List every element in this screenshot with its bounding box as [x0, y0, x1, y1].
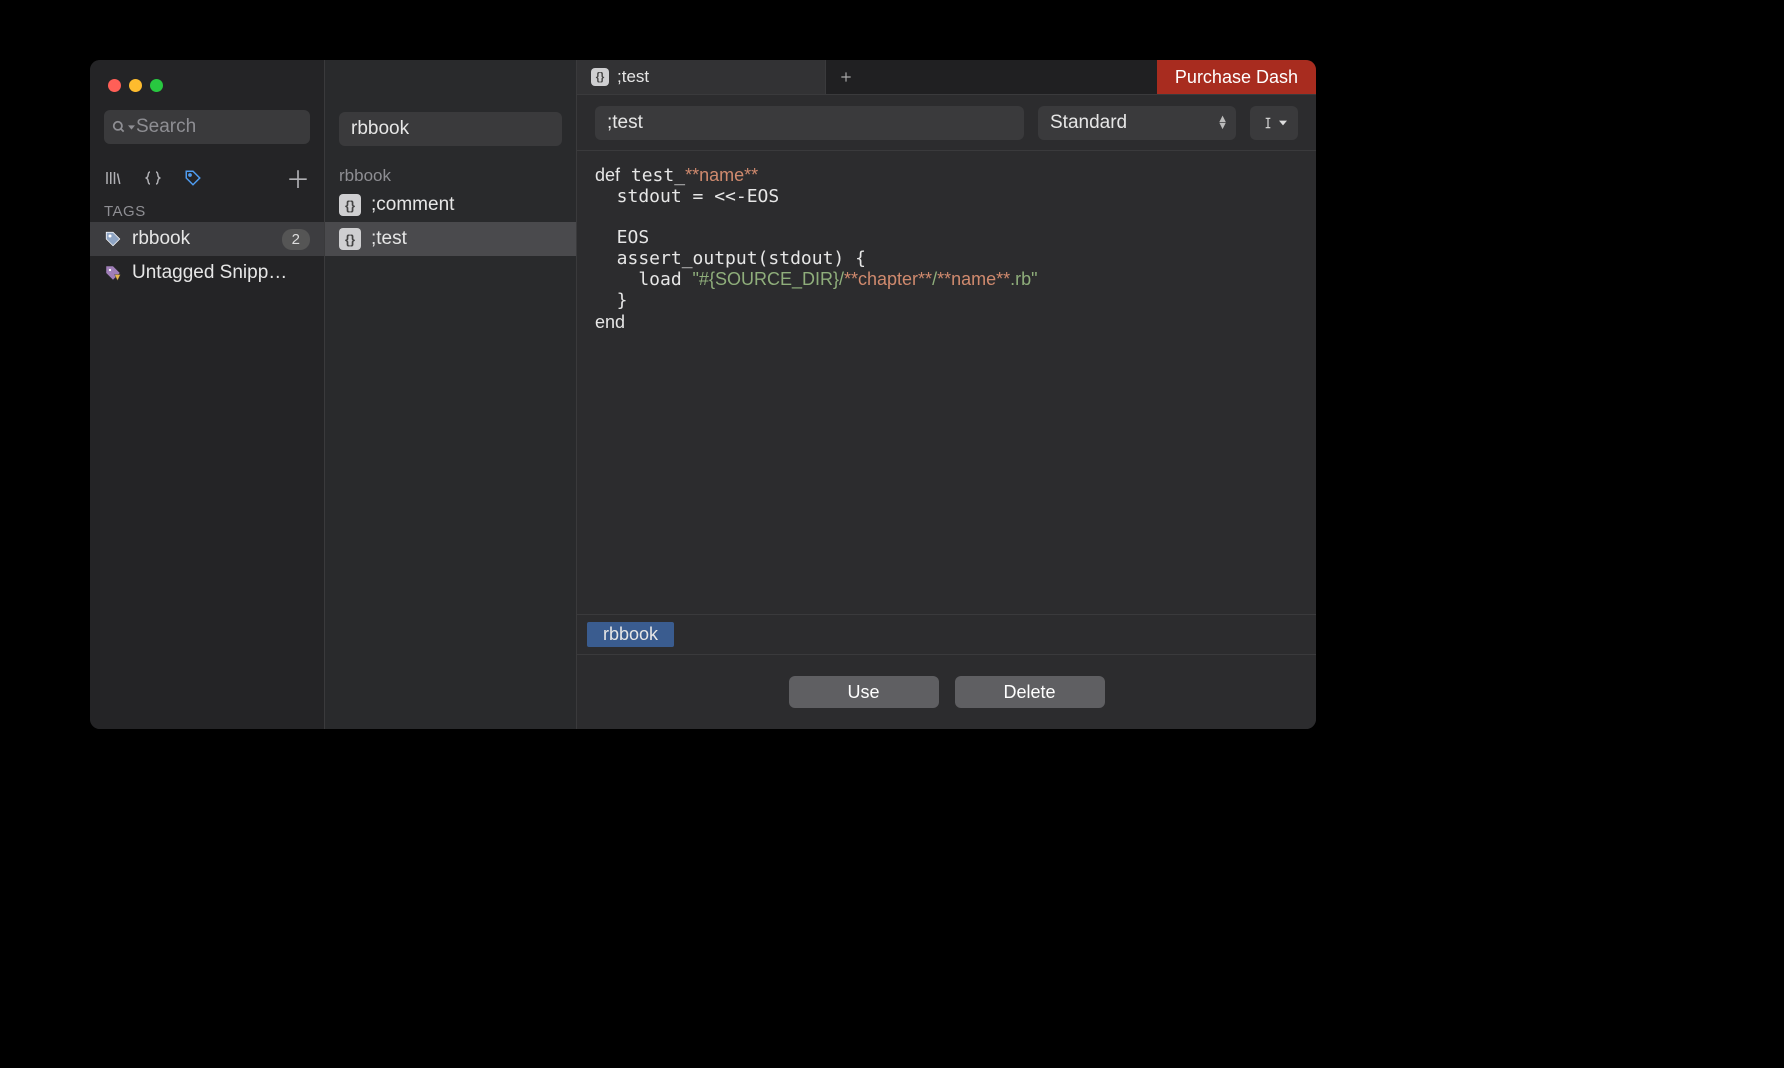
snippet-type-select-wrap: Standard ▲▼ [1038, 106, 1236, 140]
snippet-label: ;test [371, 228, 407, 250]
add-icon[interactable]: ＋ [286, 160, 310, 195]
snippet-braces-icon: {} [339, 228, 361, 250]
tag-row-rbbook[interactable]: rbbook 2 [90, 222, 324, 256]
snippet-tag-chip[interactable]: rbbook [587, 622, 674, 647]
tab-bar: {} ;test Purchase Dash [577, 60, 1316, 95]
braces-icon[interactable] [144, 169, 162, 187]
tab-label: ;test [617, 67, 649, 87]
purchase-button[interactable]: Purchase Dash [1157, 60, 1316, 94]
sidebar-mode-row: ＋ [90, 152, 324, 199]
snippet-braces-icon: {} [339, 194, 361, 216]
search-icon [112, 120, 135, 134]
library-icon[interactable] [104, 169, 122, 187]
primary-sidebar: ＋ TAGS rbbook 2 Untagged Snipp… [90, 60, 325, 729]
snippet-list: {} ;comment {} ;test [325, 188, 576, 256]
tag-warning-icon [104, 264, 122, 282]
snippet-label: ;comment [371, 194, 454, 216]
tab-test[interactable]: {} ;test [577, 60, 826, 94]
tag-list: rbbook 2 Untagged Snipp… [90, 222, 324, 290]
snippet-row-comment[interactable]: {} ;comment [325, 188, 576, 222]
close-window-button[interactable] [108, 79, 121, 92]
snippet-sidebar: rbbook {} ;comment {} ;test [325, 60, 577, 729]
editor-toolbar: Standard ▲▼ [577, 95, 1316, 151]
main-pane: {} ;test Purchase Dash Standard ▲▼ def t… [577, 60, 1316, 729]
tag-label: rbbook [132, 228, 190, 250]
snippet-code[interactable]: def test_**name** stdout = <<-EOS EOS as… [577, 151, 1316, 614]
tag-icon [104, 230, 122, 248]
snippet-tags-bar: rbbook [577, 614, 1316, 654]
tag-row-untagged[interactable]: Untagged Snipp… [90, 256, 324, 290]
search-wrap [90, 110, 324, 152]
delete-button[interactable]: Delete [955, 676, 1105, 708]
window-controls [90, 60, 324, 110]
use-button[interactable]: Use [789, 676, 939, 708]
cursor-mode-button[interactable] [1250, 106, 1298, 140]
snippet-title-input[interactable] [595, 106, 1024, 140]
zoom-window-button[interactable] [150, 79, 163, 92]
snippet-group-label: rbbook [325, 154, 576, 188]
tag-label: Untagged Snipp… [132, 262, 287, 284]
snippet-braces-icon: {} [591, 68, 609, 86]
snippet-row-test[interactable]: {} ;test [325, 222, 576, 256]
tag-count-badge: 2 [282, 229, 310, 250]
dash-window: ＋ TAGS rbbook 2 Untagged Snipp… rbbook [90, 60, 1316, 729]
new-tab-button[interactable] [826, 60, 866, 94]
tag-filter-input[interactable] [339, 112, 562, 146]
footer-actions: Use Delete [577, 654, 1316, 729]
tags-heading: TAGS [90, 199, 324, 222]
minimize-window-button[interactable] [129, 79, 142, 92]
tag-mode-icon[interactable] [184, 169, 202, 187]
snippet-type-select[interactable]: Standard [1038, 106, 1236, 140]
